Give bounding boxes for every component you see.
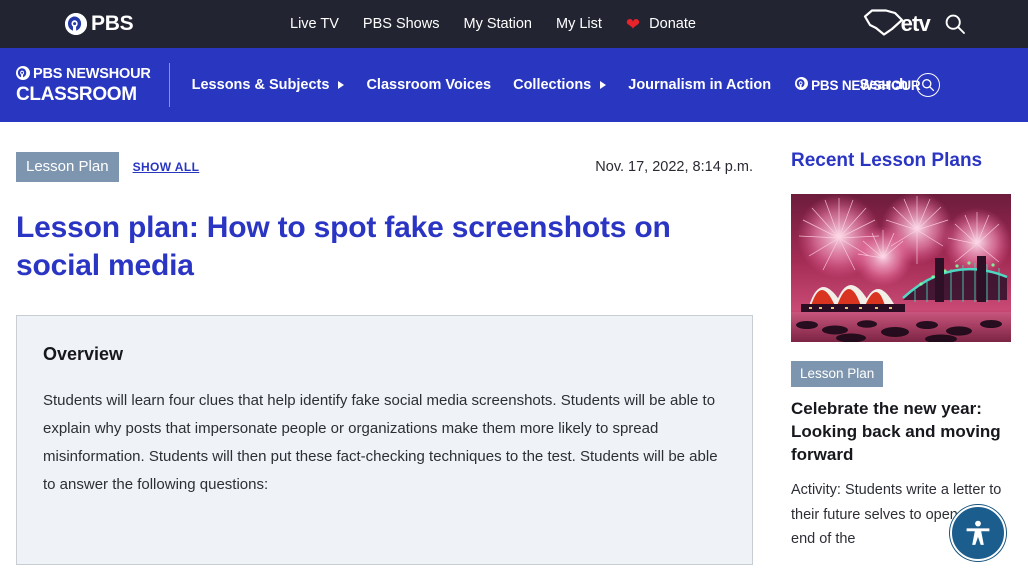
topnav-item-live-tv[interactable]: Live TV xyxy=(290,16,339,32)
overview-panel: Overview Students will learn four clues … xyxy=(16,315,753,566)
top-utility-bar: PBS Live TV PBS Shows My Station My List… xyxy=(0,0,1028,48)
nav-item-journalism-in-action[interactable]: Journalism in Action xyxy=(628,77,771,93)
search-icon xyxy=(916,73,940,97)
list-item: Lesson Plan Celebrate the new year: Look… xyxy=(791,194,1011,551)
page-title: Lesson plan: How to spot fake screenshot… xyxy=(16,211,671,283)
fireworks-sydney-image xyxy=(791,194,1011,342)
pbs-head-logo-icon-tiny xyxy=(795,77,809,93)
classroom-wordmark: CLASSROOM xyxy=(16,84,137,106)
top-search-icon[interactable] xyxy=(944,13,966,35)
nav-item-classroom-voices-label: Classroom Voices xyxy=(366,77,492,93)
overview-heading: Overview xyxy=(43,344,124,365)
etv-station-logo[interactable]: etv xyxy=(862,7,931,42)
chevron-right-icon xyxy=(338,81,345,89)
topnav-item-my-station[interactable]: My Station xyxy=(463,16,532,32)
classroom-nav-bar: PBS NEWSHOUR CLASSROOM Lessons & Subject… xyxy=(0,48,1028,122)
donate-label[interactable]: Donate xyxy=(649,16,696,32)
chevron-right-icon xyxy=(600,81,607,89)
pbs-newshour-classroom-logo[interactable]: PBS NEWSHOUR CLASSROOM xyxy=(16,65,151,106)
logo-divider xyxy=(168,63,170,107)
pbs-wordmark: PBS xyxy=(91,12,134,35)
sidebar-heading: Recent Lesson Plans xyxy=(791,150,983,171)
overview-body: Students will learn four clues that help… xyxy=(43,392,718,494)
classroom-search-label: Search xyxy=(859,77,908,93)
article-column: Lesson Plan SHOW ALL Nov. 17, 2022, 8:14… xyxy=(16,122,753,566)
publish-date: Nov. 17, 2022, 8:14 p.m. xyxy=(595,159,753,175)
classroom-nav-links: Lessons & Subjects Classroom Voices Coll… xyxy=(192,77,771,93)
nav-item-lessons-subjects[interactable]: Lessons & Subjects xyxy=(192,77,345,93)
pbs-head-logo-icon-small xyxy=(16,65,30,84)
nav-item-lessons-subjects-label: Lessons & Subjects xyxy=(191,77,330,93)
pbs-head-logo-icon xyxy=(65,13,87,35)
nav-item-journalism-in-action-label: Journalism in Action xyxy=(628,77,772,93)
show-all-link[interactable]: SHOW ALL xyxy=(133,160,200,174)
accessibility-person-icon xyxy=(966,520,990,545)
topnav-item-my-list[interactable]: My List xyxy=(556,16,602,32)
lesson-thumbnail[interactable] xyxy=(791,194,1011,342)
article-meta-row: Lesson Plan SHOW ALL Nov. 17, 2022, 8:14… xyxy=(16,152,753,182)
sidebar: Recent Lesson Plans Lesson Plan Celebrat… xyxy=(791,122,1011,565)
card-status-badge: Lesson Plan xyxy=(791,361,884,387)
heart-icon: ❤ xyxy=(625,14,641,34)
donate-button[interactable]: ❤ Donate xyxy=(626,16,696,33)
nav-item-collections[interactable]: Collections xyxy=(513,77,607,93)
nav-item-classroom-voices[interactable]: Classroom Voices xyxy=(366,77,491,93)
nav-item-collections-label: Collections xyxy=(513,77,592,93)
classroom-search-button[interactable]: Search xyxy=(860,73,940,97)
topnav-item-pbs-shows[interactable]: PBS Shows xyxy=(363,16,440,32)
status-badge: Lesson Plan xyxy=(16,152,119,182)
newshour-wordmark: PBS NEWSHOUR xyxy=(33,66,151,83)
top-nav-links: Live TV PBS Shows My Station My List ❤ D… xyxy=(290,16,696,33)
pbs-logo[interactable]: PBS xyxy=(65,12,134,36)
card-title[interactable]: Celebrate the new year: Looking back and… xyxy=(791,397,1011,467)
accessibility-widget-button[interactable] xyxy=(950,505,1006,561)
page-body: Lesson Plan SHOW ALL Nov. 17, 2022, 8:14… xyxy=(0,122,1028,566)
etv-wordmark: etv xyxy=(900,11,931,36)
